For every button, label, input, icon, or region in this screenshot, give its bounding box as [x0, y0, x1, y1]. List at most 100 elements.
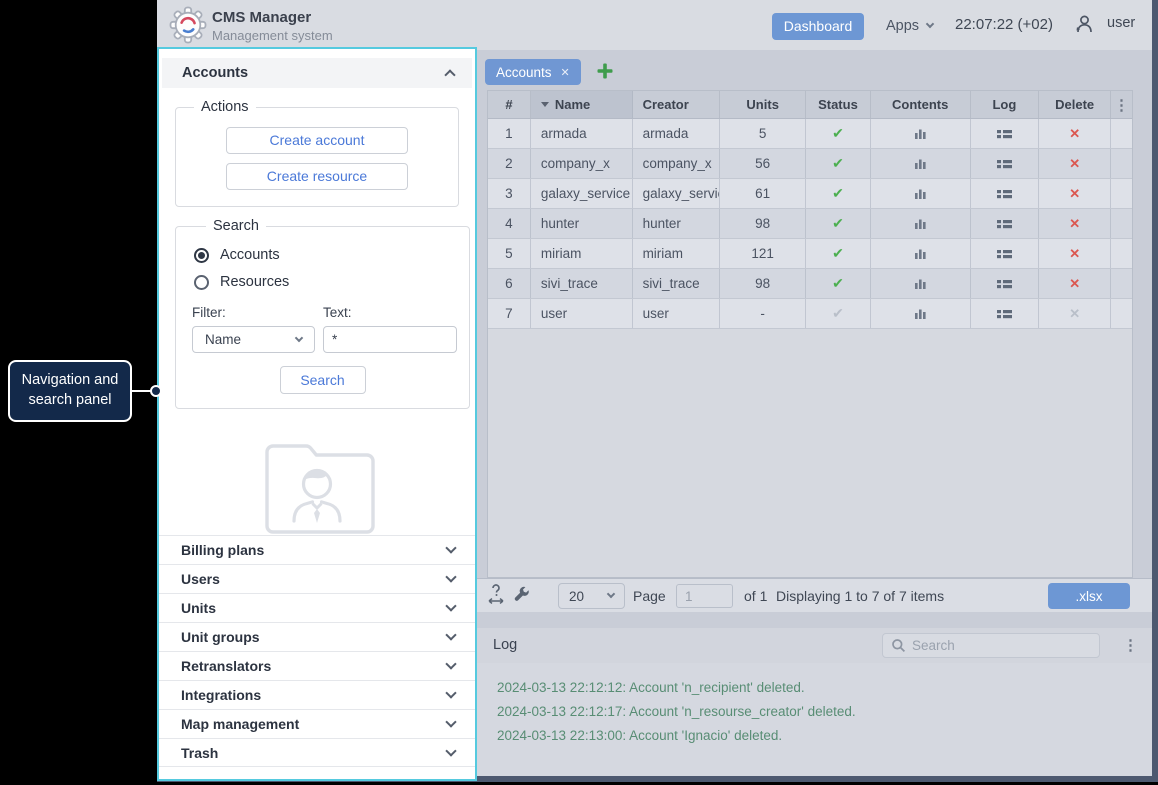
sidebar-section-units[interactable]: Units: [159, 593, 475, 622]
delete-icon[interactable]: [1039, 179, 1112, 208]
log-list-icon[interactable]: [971, 209, 1040, 238]
cell-num: 1: [488, 119, 531, 148]
chevron-down-icon: [445, 629, 457, 641]
add-tab-button[interactable]: [596, 62, 616, 82]
sidebar-section-label: Integrations: [181, 687, 262, 703]
sidebar-section-map-management[interactable]: Map management: [159, 709, 475, 738]
contents-chart-icon[interactable]: [871, 269, 971, 298]
cell-name: galaxy_service: [531, 179, 633, 208]
radio-resources-label: Resources: [220, 274, 290, 290]
column-header-creator[interactable]: Creator: [633, 91, 721, 118]
cell-num: 6: [488, 269, 531, 298]
close-tab-icon[interactable]: [561, 66, 570, 79]
log-list-icon[interactable]: [971, 299, 1040, 328]
column-header-delete[interactable]: Delete: [1039, 91, 1112, 118]
contents-chart-icon[interactable]: [871, 299, 971, 328]
contents-chart-icon[interactable]: [871, 119, 971, 148]
column-header-contents[interactable]: Contents: [871, 91, 971, 118]
sidebar-section-billing-plans[interactable]: Billing plans: [159, 535, 475, 564]
apps-menu[interactable]: Apps: [886, 16, 935, 36]
search-button[interactable]: Search: [279, 366, 366, 394]
log-panel-header: Log: [477, 628, 1152, 663]
log-list-icon[interactable]: [971, 149, 1040, 178]
cell-creator: miriam: [633, 239, 721, 268]
table-row[interactable]: 1 armada armada 5: [488, 119, 1132, 149]
delete-icon[interactable]: [1039, 239, 1112, 268]
status-check-icon[interactable]: [806, 239, 871, 268]
delete-icon[interactable]: [1039, 209, 1112, 238]
table-row[interactable]: 5 miriam miriam 121: [488, 239, 1132, 269]
column-header-log[interactable]: Log: [971, 91, 1040, 118]
tab-accounts[interactable]: Accounts: [485, 59, 581, 85]
sidebar-section-retranslators[interactable]: Retranslators: [159, 651, 475, 680]
contents-chart-icon[interactable]: [871, 239, 971, 268]
sidebar-section-accounts[interactable]: Accounts: [162, 58, 472, 88]
column-header-name-label: Name: [554, 97, 591, 112]
status-check-icon[interactable]: [806, 209, 871, 238]
delete-icon-disabled: [1039, 299, 1112, 328]
cell-name: sivi_trace: [531, 269, 633, 298]
filter-select-value: Name: [205, 332, 242, 347]
log-entry: 2024-03-13 22:13:00: Account 'Ignacio' d…: [497, 728, 783, 743]
log-search-box[interactable]: [882, 633, 1100, 658]
cell-num: 2: [488, 149, 531, 178]
chevron-down-icon: [445, 716, 457, 728]
export-xlsx-button[interactable]: .xlsx: [1048, 583, 1130, 609]
table-row[interactable]: 4 hunter hunter 98: [488, 209, 1132, 239]
user-icon[interactable]: [1073, 13, 1095, 40]
status-check-icon[interactable]: [806, 269, 871, 298]
column-header-status[interactable]: Status: [806, 91, 871, 118]
log-list-icon[interactable]: [971, 239, 1040, 268]
table-row[interactable]: 7 user user -: [488, 299, 1132, 329]
radio-resources-control[interactable]: [194, 274, 209, 290]
radio-accounts[interactable]: Accounts: [194, 247, 457, 263]
cell-creator: user: [633, 299, 721, 328]
contents-chart-icon[interactable]: [871, 149, 971, 178]
sidebar-section-label: Accounts: [182, 65, 249, 81]
sidebar-section-users[interactable]: Users: [159, 564, 475, 593]
search-text-input[interactable]: [323, 326, 457, 353]
status-check-icon[interactable]: [806, 119, 871, 148]
log-list-icon[interactable]: [971, 269, 1040, 298]
username-label[interactable]: user: [1107, 15, 1135, 31]
radio-accounts-control[interactable]: [194, 247, 209, 263]
create-resource-button[interactable]: Create resource: [226, 163, 408, 190]
log-search-input[interactable]: [912, 638, 1082, 653]
column-menu-icon[interactable]: [1111, 91, 1132, 118]
contents-chart-icon[interactable]: [871, 209, 971, 238]
page-size-select[interactable]: 20: [558, 583, 625, 609]
delete-icon[interactable]: [1039, 149, 1112, 178]
cell-num: 7: [488, 299, 531, 328]
radio-resources[interactable]: Resources: [194, 274, 457, 290]
filter-select[interactable]: Name: [192, 326, 315, 353]
dashboard-button[interactable]: Dashboard: [772, 13, 864, 40]
table-row[interactable]: 2 company_x company_x 56: [488, 149, 1132, 179]
table-row[interactable]: 6 sivi_trace sivi_trace 98: [488, 269, 1132, 299]
sidebar-section-label: Users: [181, 571, 220, 587]
status-check-icon[interactable]: [806, 179, 871, 208]
delete-icon[interactable]: [1039, 119, 1112, 148]
delete-icon[interactable]: [1039, 269, 1112, 298]
log-list-icon[interactable]: [971, 119, 1040, 148]
sidebar-section-unit-groups[interactable]: Unit groups: [159, 622, 475, 651]
column-header-name[interactable]: Name: [530, 91, 633, 118]
measure-units-icon[interactable]: [487, 584, 507, 611]
column-header-num[interactable]: #: [488, 91, 531, 118]
log-list-icon[interactable]: [971, 179, 1040, 208]
create-account-button[interactable]: Create account: [226, 127, 408, 154]
accounts-table: # Name Creator Units Status Contents Log…: [487, 90, 1133, 578]
cell-menu: [1111, 269, 1132, 298]
cell-num: 3: [488, 179, 531, 208]
contents-chart-icon[interactable]: [871, 179, 971, 208]
table-header-row: # Name Creator Units Status Contents Log…: [488, 91, 1132, 119]
column-header-units[interactable]: Units: [720, 91, 807, 118]
page-number-input[interactable]: [676, 584, 733, 608]
sidebar-section-integrations[interactable]: Integrations: [159, 680, 475, 709]
table-row[interactable]: 3 galaxy_service galaxy_service 61: [488, 179, 1132, 209]
settings-wrench-icon[interactable]: [513, 586, 531, 609]
sidebar-section-trash[interactable]: Trash: [159, 738, 475, 767]
log-menu-icon[interactable]: [1123, 636, 1138, 655]
status-check-icon[interactable]: [806, 149, 871, 178]
cell-menu: [1111, 179, 1132, 208]
cell-name: miriam: [531, 239, 633, 268]
